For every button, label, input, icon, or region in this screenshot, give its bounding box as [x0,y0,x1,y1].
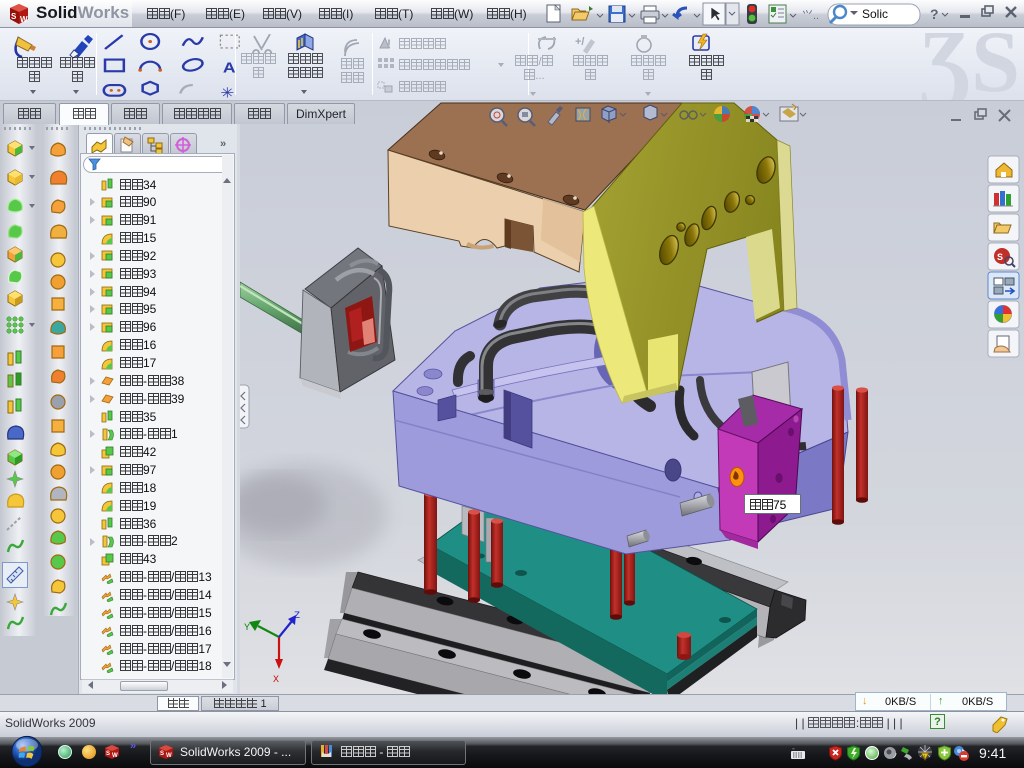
svg-text:W: W [20,15,28,24]
svg-text:S: S [11,12,17,21]
svg-text:A: A [223,60,236,76]
svg-text:W: W [112,753,118,759]
svg-text:!: ! [387,37,391,51]
svg-text:Solic: Solic [862,7,888,21]
svg-text:✳: ✳ [220,86,234,102]
svg-text:+/: +/ [575,36,584,48]
svg-text:S: S [997,252,1003,262]
svg-text:?: ? [930,6,939,22]
svg-text:Z: Z [294,611,300,622]
svg-text:S: S [160,751,164,757]
svg-text:S: S [106,751,110,757]
svg-text:!: ! [924,755,925,761]
svg-text:Y: Y [244,623,250,634]
svg-text:W: W [166,753,172,759]
svg-text:X: X [273,675,279,686]
svg-text:⺍..: ⺍.. [802,9,819,22]
